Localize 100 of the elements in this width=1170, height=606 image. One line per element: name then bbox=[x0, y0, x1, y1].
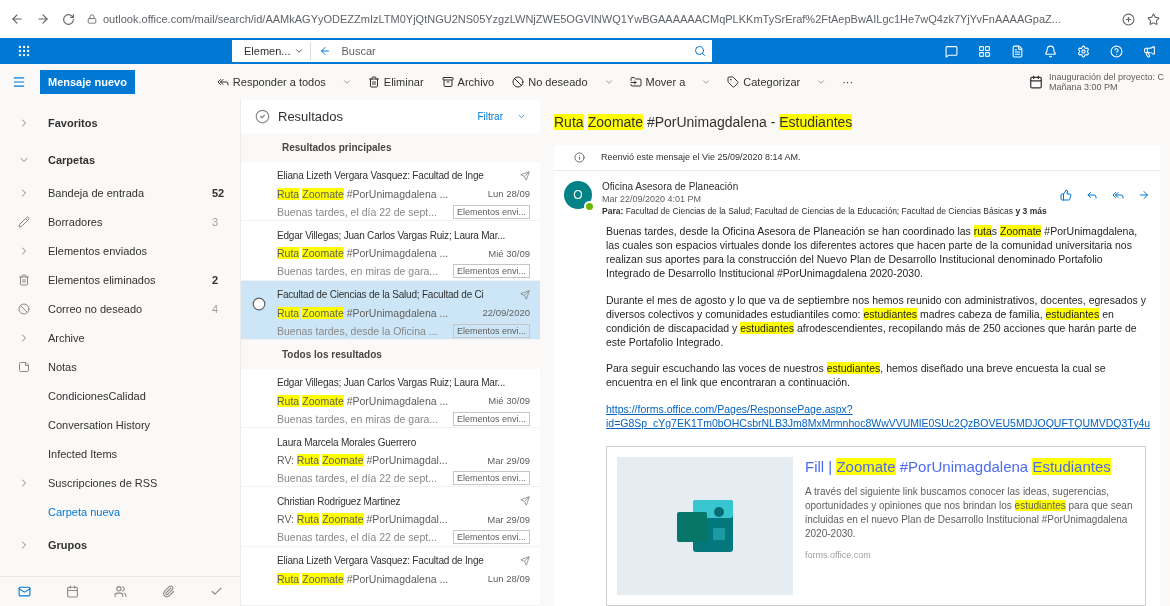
chevron-down-icon bbox=[294, 46, 305, 56]
back-icon[interactable] bbox=[319, 45, 332, 57]
survey-link[interactable]: https://forms.office.com/Pages/ResponsePage.aspx? bbox=[606, 401, 1146, 416]
folder-item[interactable]: Bandeja de entrada bbox=[48, 186, 212, 199]
document-icon[interactable] bbox=[1011, 44, 1024, 58]
message-date: Lun 28/09 bbox=[487, 573, 530, 585]
filter-button[interactable]: Filtrar bbox=[471, 109, 509, 123]
body-paragraph: Para seguir escuchando las voces de nuestros estudiantes, hemos diseñado una breve encuesta la cual se encuentra en el link que encontraran a continuación. bbox=[606, 361, 1107, 390]
reply-all-icon bbox=[216, 76, 229, 88]
folder-item[interactable]: Archive bbox=[48, 331, 240, 344]
message-sender: Facultad de Ciencias de la Salud; Facultad de Ci bbox=[277, 289, 485, 301]
folder-tag: Elementos envi... bbox=[452, 471, 530, 486]
new-folder-link[interactable]: Carpeta nueva bbox=[48, 505, 240, 518]
like-icon[interactable] bbox=[1060, 188, 1072, 201]
message-sender: Christian Rodriguez Martinez bbox=[277, 495, 402, 507]
folder-item[interactable]: Infected Items bbox=[48, 447, 240, 460]
folder-item[interactable]: Correo no deseado bbox=[48, 302, 212, 315]
forward-notice: Reenvió este mensaje el Vie 25/09/2020 8:14 AM. bbox=[601, 152, 801, 163]
reminder-time: Mañana 3:00 PM bbox=[1048, 82, 1119, 93]
group-header: Todos los resultados bbox=[241, 339, 540, 369]
chevron-down-icon[interactable] bbox=[816, 77, 827, 87]
unread-count: 52 bbox=[212, 186, 226, 199]
folder-item[interactable]: Notas bbox=[48, 360, 240, 373]
folder-tag: Elementos envi... bbox=[452, 264, 530, 279]
bell-icon[interactable] bbox=[1044, 44, 1057, 58]
link-preview-card[interactable] bbox=[606, 446, 1146, 606]
folder-item[interactable]: Elementos eliminados bbox=[48, 273, 212, 286]
message-date: Mar 29/09 bbox=[487, 454, 530, 466]
reload-icon[interactable] bbox=[62, 12, 75, 26]
toolbar-button[interactable]: No deseado bbox=[510, 74, 590, 90]
folder-item[interactable]: Suscripciones de RSS bbox=[48, 476, 240, 489]
back-icon[interactable] bbox=[10, 12, 24, 26]
preview-description: A través del siguiente link buscamos conocer las ideas, sugerencias, oportunidades y opiniones que nos brindan los estudiantes para que sean incluidas en el nuevo Plan de Desarrollo Institucional #PorUnimagdalena 2020-2030. bbox=[805, 485, 1134, 542]
mail-icon[interactable] bbox=[17, 585, 31, 598]
section-title[interactable]: Favoritos bbox=[48, 116, 240, 129]
folder-item[interactable]: Conversation History bbox=[48, 418, 240, 431]
message-subject: Ruta Zoomate #PorUnimagdalena ... bbox=[277, 187, 450, 200]
search-icon[interactable] bbox=[694, 45, 706, 57]
message-preview: Buenas tardes, el día 22 de sept... bbox=[277, 472, 438, 485]
message-subject: Ruta Zoomate #PorUnimagdalena ... bbox=[277, 306, 450, 319]
message-preview: Buenas tardes, en miras de gara... bbox=[277, 412, 440, 425]
message-preview: Buenas tardes, en miras de gara... bbox=[277, 265, 440, 278]
megaphone-icon[interactable] bbox=[1143, 44, 1156, 58]
calendar-icon[interactable] bbox=[65, 585, 79, 598]
calendar-icon bbox=[1028, 75, 1043, 89]
message-preview: Buenas tardes, el día 22 de sept... bbox=[277, 205, 438, 218]
pencil-icon bbox=[18, 215, 30, 228]
app-launcher-icon[interactable] bbox=[17, 44, 31, 58]
toolbar-button[interactable]: Archivo bbox=[439, 74, 497, 90]
message-subject: RV: Ruta Zoomate #PorUnimagdal... bbox=[277, 513, 449, 526]
folder-item[interactable]: CondicionesCalidad bbox=[48, 389, 240, 402]
message-date: Mar 29/09 bbox=[487, 513, 530, 525]
toolbar-button[interactable]: Mover a bbox=[627, 74, 688, 90]
section-title[interactable]: Carpetas bbox=[48, 153, 240, 166]
message-subject: RV: Ruta Zoomate #PorUnimagdal... bbox=[277, 454, 449, 467]
select-circle-icon[interactable] bbox=[252, 296, 266, 311]
message-sender: Eliana Lizeth Vergara Vasquez: Facultad de Inge bbox=[277, 170, 485, 182]
chevron-down-icon[interactable] bbox=[341, 77, 352, 87]
chevron-down-icon[interactable] bbox=[603, 77, 614, 87]
section-title[interactable]: Grupos bbox=[48, 538, 240, 551]
folder-item[interactable]: Borradores bbox=[48, 215, 212, 228]
sender-name: Oficina Asesora de Planeación bbox=[602, 180, 740, 192]
reminder-title[interactable]: Inauguración del proyecto: C bbox=[1048, 71, 1164, 82]
forward-icon[interactable] bbox=[1138, 188, 1150, 201]
search-bar[interactable]: Elemen... Buscar bbox=[232, 40, 712, 62]
folder-item[interactable]: Elementos enviados bbox=[48, 244, 240, 257]
message-sender: Edgar Villegas; Juan Carlos Vargas Ruiz; Laura Mar... bbox=[277, 377, 507, 389]
grid-icon[interactable] bbox=[978, 44, 991, 58]
lock-icon bbox=[87, 14, 97, 24]
body-paragraph: Durante el mes de agosto y lo que va de septiembre nos hemos reunido con administrativos, docentes, egresados y diversos colectivos y comunidades estudiantiles como: estudiantes madres cabeza de familia, estudiantes en condición de discapacidad y estudiantes afrodescendientes, recopilando más de 250 acciones que harán parte de este Portafolio Integrado. bbox=[606, 292, 1146, 350]
chat-icon[interactable] bbox=[945, 44, 958, 58]
bookmark-star-icon[interactable] bbox=[1147, 12, 1160, 26]
message-item[interactable]: Facultad de Ciencias de la Salud; Facultad de Ci Ruta Zoomate #PorUnimagdalena ... 22/09/2020 Buenas tardes, desde la Oficina ... Elementos envi... bbox=[241, 280, 540, 340]
people-icon[interactable] bbox=[113, 585, 127, 598]
chevron-down-icon[interactable] bbox=[701, 77, 712, 87]
message-subject: Ruta Zoomate #PorUnimagdalena ... bbox=[277, 394, 450, 407]
message-subject: Ruta Zoomate #PorUnimagdalena ... bbox=[277, 572, 450, 585]
toolbar-button[interactable]: Categorizar bbox=[725, 74, 803, 90]
check-icon[interactable] bbox=[209, 585, 223, 598]
help-icon[interactable] bbox=[1110, 44, 1123, 58]
sender-avatar: O bbox=[564, 180, 592, 209]
message-date: Mié 30/09 bbox=[488, 247, 530, 259]
add-icon[interactable] bbox=[1122, 12, 1135, 26]
settings-icon[interactable] bbox=[1077, 44, 1090, 58]
folder-tag: Elementos envi... bbox=[452, 323, 530, 338]
message-preview: Buenas tardes, el día 22 de sept... bbox=[277, 531, 438, 544]
menu-icon[interactable] bbox=[12, 75, 26, 89]
unread-count: 3 bbox=[212, 215, 220, 228]
toolbar-button[interactable]: Eliminar bbox=[365, 74, 426, 90]
archive-icon bbox=[441, 76, 454, 88]
list-title: Resultados bbox=[278, 108, 345, 124]
message-sender: Laura Marcela Morales Guerrero bbox=[277, 436, 418, 448]
toolbar-button[interactable]: Responder a todos bbox=[214, 74, 328, 90]
more-button[interactable]: ··· bbox=[840, 74, 856, 90]
message-date: 22/09/2020 bbox=[482, 307, 530, 319]
new-message-button[interactable]: Mensaje nuevo bbox=[40, 70, 135, 94]
forward-icon[interactable] bbox=[36, 12, 50, 26]
paperclip-icon[interactable] bbox=[161, 585, 175, 598]
email-subject: Ruta Zoomate #PorUnimagdalena - Estudiantes bbox=[554, 113, 854, 133]
select-all-icon[interactable] bbox=[255, 108, 270, 124]
